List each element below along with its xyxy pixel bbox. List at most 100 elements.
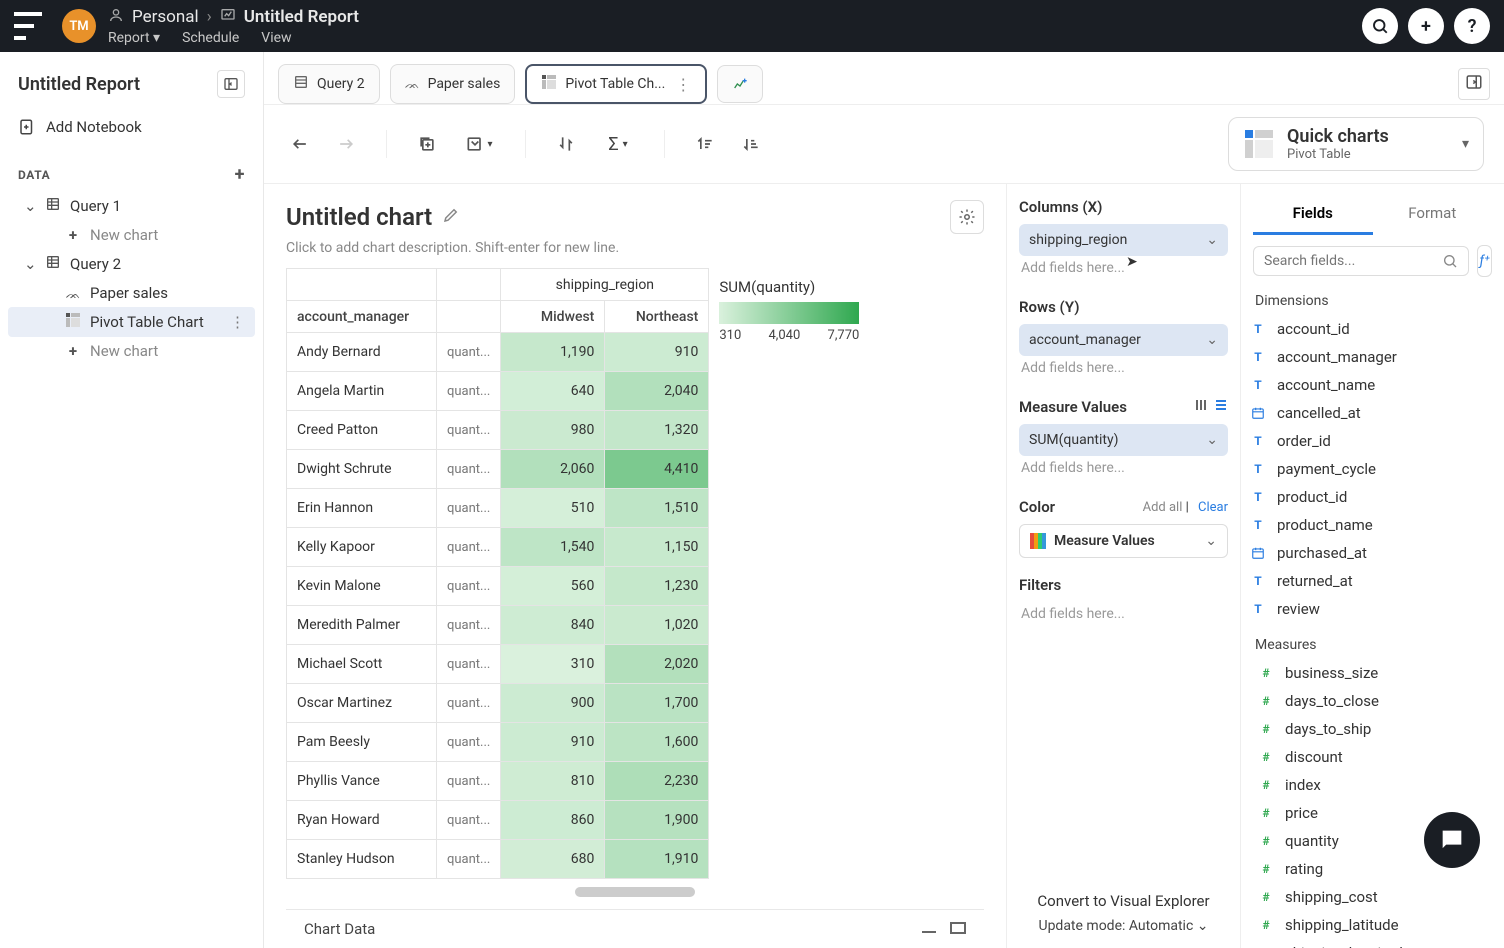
color-swatch-icon bbox=[1030, 533, 1046, 549]
columns-pill[interactable]: shipping_region⌄ bbox=[1019, 224, 1228, 256]
aggregate-dropdown[interactable]: Σ▾ bbox=[596, 128, 640, 160]
add-notebook-button[interactable]: Add Notebook bbox=[8, 110, 255, 144]
chart-settings-button[interactable] bbox=[950, 200, 984, 234]
field-days_to_ship[interactable]: #days_to_ship bbox=[1249, 715, 1496, 743]
filters-add-hint[interactable]: Add fields here... bbox=[1019, 602, 1228, 626]
menu-report[interactable]: Report ▾ bbox=[108, 30, 160, 46]
tab-fields[interactable]: Fields bbox=[1253, 194, 1373, 235]
table-row[interactable]: Creed Pattonquant...9801,320 bbox=[287, 411, 709, 450]
tab-format[interactable]: Format bbox=[1373, 194, 1493, 235]
chart-description[interactable]: Click to add chart description. Shift-en… bbox=[286, 240, 984, 256]
update-mode[interactable]: Update mode: Automatic ⌄ bbox=[1019, 918, 1228, 934]
col-header-northeast[interactable]: Northeast bbox=[605, 301, 709, 333]
item-menu-icon[interactable]: ⋮ bbox=[226, 313, 249, 331]
table-row[interactable]: Erin Hannonquant...5101,510 bbox=[287, 489, 709, 528]
field-returned_at[interactable]: Treturned_at bbox=[1241, 567, 1504, 595]
tab-pivot-table-ch-[interactable]: Pivot Table Ch...⋮ bbox=[525, 64, 707, 104]
field-index[interactable]: #index bbox=[1249, 771, 1496, 799]
tree-item-new-chart[interactable]: +New chart bbox=[8, 337, 255, 365]
table-row[interactable]: Kevin Malonequant...5601,230 bbox=[287, 567, 709, 606]
measure-pill[interactable]: SUM(quantity)⌄ bbox=[1019, 424, 1228, 456]
duplicate-button[interactable] bbox=[411, 128, 443, 160]
color-clear[interactable]: Clear bbox=[1198, 500, 1228, 515]
measure-layout-rows-icon[interactable] bbox=[1214, 398, 1228, 416]
color-add-all[interactable]: Add all bbox=[1143, 500, 1183, 515]
tree-item-pivot-table-chart[interactable]: Pivot Table Chart⋮ bbox=[8, 307, 255, 337]
tree-item-new-chart[interactable]: +New chart bbox=[8, 221, 255, 249]
table-row[interactable]: Michael Scottquant...3102,020 bbox=[287, 645, 709, 684]
search-button[interactable] bbox=[1362, 8, 1398, 44]
expand-panel-button[interactable] bbox=[1458, 68, 1490, 100]
add-chart-tab[interactable] bbox=[717, 65, 763, 103]
export-dropdown[interactable]: ▾ bbox=[457, 128, 501, 160]
field-order_id[interactable]: Torder_id bbox=[1241, 427, 1504, 455]
field-payment_cycle[interactable]: Tpayment_cycle bbox=[1241, 455, 1504, 483]
search-fields-input[interactable] bbox=[1264, 253, 1442, 269]
table-row[interactable]: Stanley Hudsonquant...6801,910 bbox=[287, 840, 709, 879]
field-account_manager[interactable]: Taccount_manager bbox=[1241, 343, 1504, 371]
convert-visual-explorer[interactable]: Convert to Visual Explorer bbox=[1019, 884, 1228, 918]
rows-pill[interactable]: account_manager⌄ bbox=[1019, 324, 1228, 356]
field-review[interactable]: Treview bbox=[1241, 595, 1504, 623]
tab-query-2[interactable]: Query 2 bbox=[278, 64, 380, 104]
avatar[interactable]: TM bbox=[62, 9, 96, 43]
field-shipping_latitude[interactable]: #shipping_latitude bbox=[1249, 911, 1496, 939]
measure-add-hint[interactable]: Add fields here... bbox=[1019, 456, 1228, 480]
field-cancelled_at[interactable]: cancelled_at bbox=[1241, 399, 1504, 427]
tree-item-paper-sales[interactable]: ᨏPaper sales bbox=[8, 279, 255, 307]
collapse-sidebar-button[interactable] bbox=[217, 70, 245, 98]
field-product_name[interactable]: Tproduct_name bbox=[1241, 511, 1504, 539]
maximize-data-icon[interactable] bbox=[950, 920, 966, 938]
sort-desc-button[interactable] bbox=[735, 128, 767, 160]
edit-title-icon[interactable] bbox=[442, 206, 460, 228]
field-days_to_close[interactable]: #days_to_close bbox=[1249, 687, 1496, 715]
table-row[interactable]: Angela Martinquant...6402,040 bbox=[287, 372, 709, 411]
sidebar-report-title: Untitled Report bbox=[18, 74, 140, 95]
minimize-data-icon[interactable] bbox=[920, 920, 938, 938]
chat-bubble-button[interactable] bbox=[1424, 812, 1480, 868]
chart-title[interactable]: Untitled chart bbox=[286, 203, 432, 231]
table-row[interactable]: Ryan Howardquant...8601,900 bbox=[287, 801, 709, 840]
field-shipping_cost[interactable]: #shipping_cost bbox=[1249, 883, 1496, 911]
measure-layout-cols-icon[interactable] bbox=[1194, 398, 1208, 416]
table-row[interactable]: Dwight Schrutequant...2,0604,410 bbox=[287, 450, 709, 489]
col-header-midwest[interactable]: Midwest bbox=[501, 301, 605, 333]
workspace-name[interactable]: Personal bbox=[132, 7, 199, 27]
tree-item-query-2[interactable]: ⌄Query 2 bbox=[8, 249, 255, 279]
table-row[interactable]: Andy Bernardquant...1,190910 bbox=[287, 333, 709, 372]
tree-item-query-1[interactable]: ⌄Query 1 bbox=[8, 191, 255, 221]
field-account_id[interactable]: Taccount_id bbox=[1241, 315, 1504, 343]
field-business_size[interactable]: #business_size bbox=[1249, 659, 1496, 687]
table-row[interactable]: Pam Beeslyquant...9101,600 bbox=[287, 723, 709, 762]
table-row[interactable]: Kelly Kapoorquant...1,5401,150 bbox=[287, 528, 709, 567]
horizontal-scrollbar[interactable] bbox=[575, 887, 695, 897]
table-row[interactable]: Oscar Martinezquant...9001,700 bbox=[287, 684, 709, 723]
report-name[interactable]: Untitled Report bbox=[244, 7, 359, 27]
tab-menu-icon[interactable]: ⋮ bbox=[673, 75, 691, 94]
table-row[interactable]: Meredith Palmerquant...8401,020 bbox=[287, 606, 709, 645]
field-shipping_longitude[interactable]: #shipping_longitude bbox=[1249, 939, 1496, 948]
undo-button[interactable] bbox=[284, 128, 316, 160]
add-button[interactable]: + bbox=[1408, 8, 1444, 44]
table-row[interactable]: Phyllis Vancequant...8102,230 bbox=[287, 762, 709, 801]
rows-add-hint[interactable]: Add fields here... bbox=[1019, 356, 1228, 380]
search-fields-box[interactable] bbox=[1253, 246, 1469, 276]
menu-view[interactable]: View bbox=[261, 30, 291, 46]
swap-axes-button[interactable] bbox=[550, 128, 582, 160]
app-logo-icon[interactable] bbox=[14, 12, 42, 40]
chart-data-tab[interactable]: Chart Data bbox=[304, 920, 375, 938]
add-data-button[interactable]: + bbox=[235, 164, 245, 185]
tab-paper-sales[interactable]: ᨏPaper sales bbox=[390, 64, 516, 104]
quick-charts-selector[interactable]: Quick charts Pivot Table ▾ bbox=[1228, 117, 1484, 171]
field-product_id[interactable]: Tproduct_id bbox=[1241, 483, 1504, 511]
help-button[interactable]: ? bbox=[1454, 8, 1490, 44]
color-pill[interactable]: Measure Values⌄ bbox=[1019, 524, 1228, 558]
sort-asc-button[interactable] bbox=[689, 128, 721, 160]
field-discount[interactable]: #discount bbox=[1249, 743, 1496, 771]
add-formula-button[interactable]: ƒ⁺ bbox=[1477, 245, 1492, 277]
redo-button[interactable] bbox=[330, 128, 362, 160]
columns-add-hint[interactable]: Add fields here... bbox=[1019, 256, 1228, 280]
field-purchased_at[interactable]: purchased_at bbox=[1241, 539, 1504, 567]
menu-schedule[interactable]: Schedule bbox=[182, 30, 239, 46]
field-account_name[interactable]: Taccount_name bbox=[1241, 371, 1504, 399]
